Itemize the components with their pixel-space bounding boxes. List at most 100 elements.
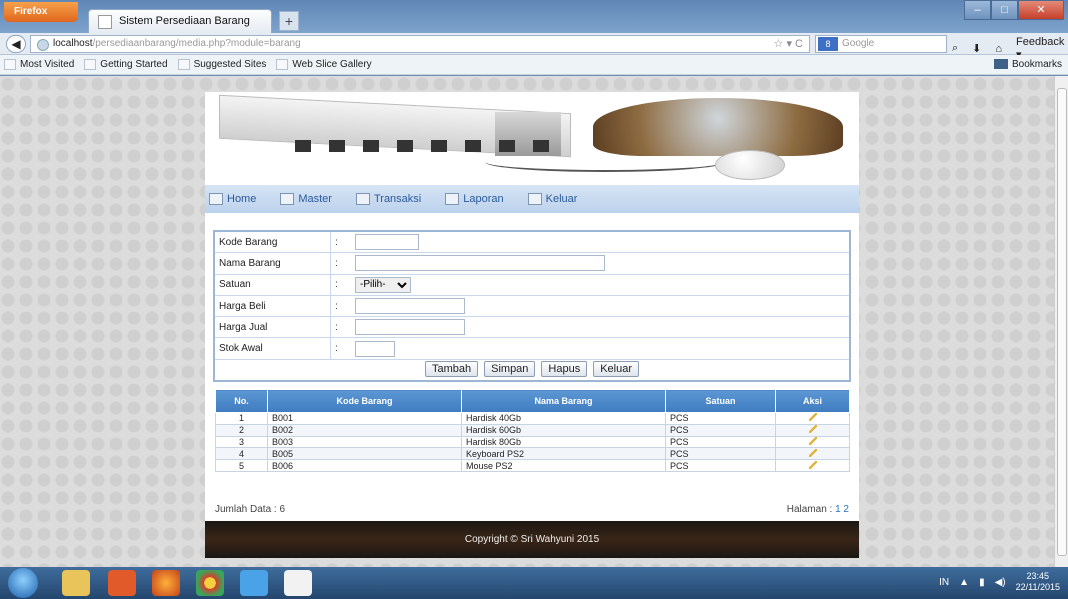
tray-expand-icon[interactable]: ▲	[959, 577, 969, 588]
bookmark-getting-started[interactable]: Getting Started	[84, 59, 168, 70]
harga-beli-input[interactable]	[355, 298, 465, 315]
menu-master[interactable]: Master	[280, 193, 332, 205]
edit-pencil-icon[interactable]	[808, 425, 817, 434]
edit-pencil-icon[interactable]	[808, 436, 817, 445]
tambah-button[interactable]: Tambah	[424, 361, 479, 377]
menu-home[interactable]: Home	[209, 193, 256, 205]
cell-kode: B001	[267, 412, 462, 425]
bookmark-label: Suggested Sites	[193, 59, 267, 70]
form-button-row: Tambah Simpan Hapus Keluar	[215, 358, 849, 380]
cell-no: 3	[215, 435, 268, 449]
feedback-label: Feedback	[1016, 36, 1065, 48]
master-icon	[280, 193, 295, 205]
system-tray: IN ▲ ▮ ◀) 23:45 22/11/2015	[939, 571, 1060, 593]
site-identity-icon[interactable]	[37, 39, 49, 51]
table-row: 5 B006 Mouse PS2 PCS	[215, 459, 850, 472]
form-row-kode-barang: Kode Barang :	[215, 232, 849, 254]
colon-separator: :	[335, 300, 338, 312]
cell-aksi	[775, 435, 850, 449]
vertical-scrollbar[interactable]	[1054, 76, 1068, 567]
search-engine-icon[interactable]: 8	[818, 37, 838, 51]
bookmark-suggested-sites[interactable]: Suggested Sites	[177, 59, 267, 70]
explorer-icon[interactable]	[62, 570, 90, 596]
system-clock[interactable]: 23:45 22/11/2015	[1016, 571, 1060, 593]
cell-satuan: PCS	[665, 447, 776, 461]
cell-satuan: PCS	[665, 423, 776, 437]
chrome-icon[interactable]	[196, 570, 224, 596]
menu-label: Laporan	[463, 193, 504, 205]
address-bar[interactable]: localhost/persediaanbarang/media.php?mod…	[30, 35, 810, 53]
search-box[interactable]: 8 Google	[815, 35, 947, 53]
search-placeholder: Google	[842, 38, 875, 49]
page-links[interactable]: 1 2	[835, 504, 849, 515]
colon-separator: :	[335, 257, 338, 269]
harga-jual-input[interactable]	[355, 319, 465, 336]
tab-sistem-persediaan[interactable]: Sistem Persediaan Barang	[88, 9, 272, 33]
bookmarks-toolbar: Most Visited Getting Started Suggested S…	[0, 55, 1068, 75]
cell-aksi	[775, 423, 850, 437]
windows-taskbar: IN ▲ ▮ ◀) 23:45 22/11/2015	[0, 567, 1068, 599]
hapus-button[interactable]: Hapus	[541, 361, 588, 377]
bookmark-most-visited[interactable]: Most Visited	[4, 59, 74, 70]
main-menu: Home Master Transaksi Laporan Keluar	[205, 185, 859, 213]
home-icon[interactable]: ⌂	[995, 43, 1002, 55]
start-button[interactable]	[8, 568, 38, 598]
firefox-menu-button[interactable]: Firefox	[4, 2, 78, 22]
volume-icon[interactable]: ◀)	[995, 577, 1006, 588]
search-icon[interactable]: ⌕	[952, 42, 958, 55]
bookmark-icon	[276, 59, 289, 70]
cell-kode: B005	[267, 447, 462, 461]
colon-separator: :	[335, 343, 338, 355]
column-header-satuan: Satuan	[665, 389, 776, 413]
menu-keluar[interactable]: Keluar	[527, 193, 577, 205]
colon-separator: :	[335, 236, 338, 248]
minimize-button[interactable]: –	[964, 0, 991, 20]
scrollbar-thumb[interactable]	[1057, 88, 1067, 556]
menu-laporan[interactable]: Laporan	[445, 193, 504, 205]
firefox-icon[interactable]	[152, 570, 180, 596]
exit-icon	[527, 193, 542, 205]
table-row: 4 B005 Keyboard PS2 PCS	[215, 447, 850, 461]
bookmark-icon	[4, 59, 16, 70]
reload-star-icon[interactable]: ☆ ▾ C	[774, 37, 803, 50]
kode-barang-input[interactable]	[355, 234, 419, 251]
bookmark-web-slice-gallery[interactable]: Web Slice Gallery	[276, 59, 372, 70]
download-icon[interactable]: ⬇	[972, 42, 981, 55]
copyright-footer: Copyright © Sri Wahyuni 2015	[205, 521, 859, 558]
maximize-button[interactable]: □	[991, 0, 1018, 20]
form-row-nama-barang: Nama Barang :	[215, 253, 849, 275]
edit-pencil-icon[interactable]	[808, 460, 817, 469]
jumlah-data-text: Jumlah Data : 6	[215, 504, 286, 515]
printer-icon	[445, 193, 460, 205]
nama-barang-input[interactable]	[355, 255, 605, 272]
page-favicon-icon	[98, 15, 112, 29]
satuan-select[interactable]: -Pilih-	[355, 276, 411, 293]
bookmark-icon	[84, 59, 97, 70]
halaman-label: Halaman :	[786, 504, 833, 515]
close-window-button[interactable]: ✕	[1018, 0, 1064, 20]
new-tab-button[interactable]: +	[279, 11, 299, 31]
media-player-icon[interactable]	[108, 570, 136, 596]
form-row-satuan: Satuan : -Pilih-	[215, 274, 849, 296]
stok-awal-input[interactable]	[355, 340, 395, 357]
cell-no: 1	[215, 412, 268, 425]
window-controls: – □ ✕	[964, 0, 1064, 20]
header-banner-image	[205, 92, 859, 185]
clock-time: 23:45	[1026, 571, 1050, 581]
simpan-button[interactable]: Simpan	[484, 361, 536, 377]
menu-transaksi[interactable]: Transaksi	[355, 193, 421, 205]
edit-pencil-icon[interactable]	[808, 413, 817, 422]
cell-aksi	[775, 459, 850, 472]
back-button[interactable]: ◀	[6, 35, 26, 53]
word-icon[interactable]	[284, 570, 312, 596]
bookmarks-icon	[993, 59, 1008, 70]
language-indicator[interactable]: IN	[939, 577, 949, 588]
edit-pencil-icon[interactable]	[808, 448, 817, 457]
bookmarks-menu-button[interactable]: Bookmarks	[993, 59, 1062, 70]
keluar-button[interactable]: Keluar	[593, 361, 640, 377]
battery-icon[interactable]: ▮	[979, 577, 985, 588]
barang-table: No. Kode Barang Nama Barang Satuan Aksi …	[215, 389, 850, 472]
menu-label: Master	[298, 193, 332, 205]
barang-form: Kode Barang : Nama Barang : Satuan : -Pi…	[213, 230, 851, 382]
internet-explorer-icon[interactable]	[240, 570, 268, 596]
